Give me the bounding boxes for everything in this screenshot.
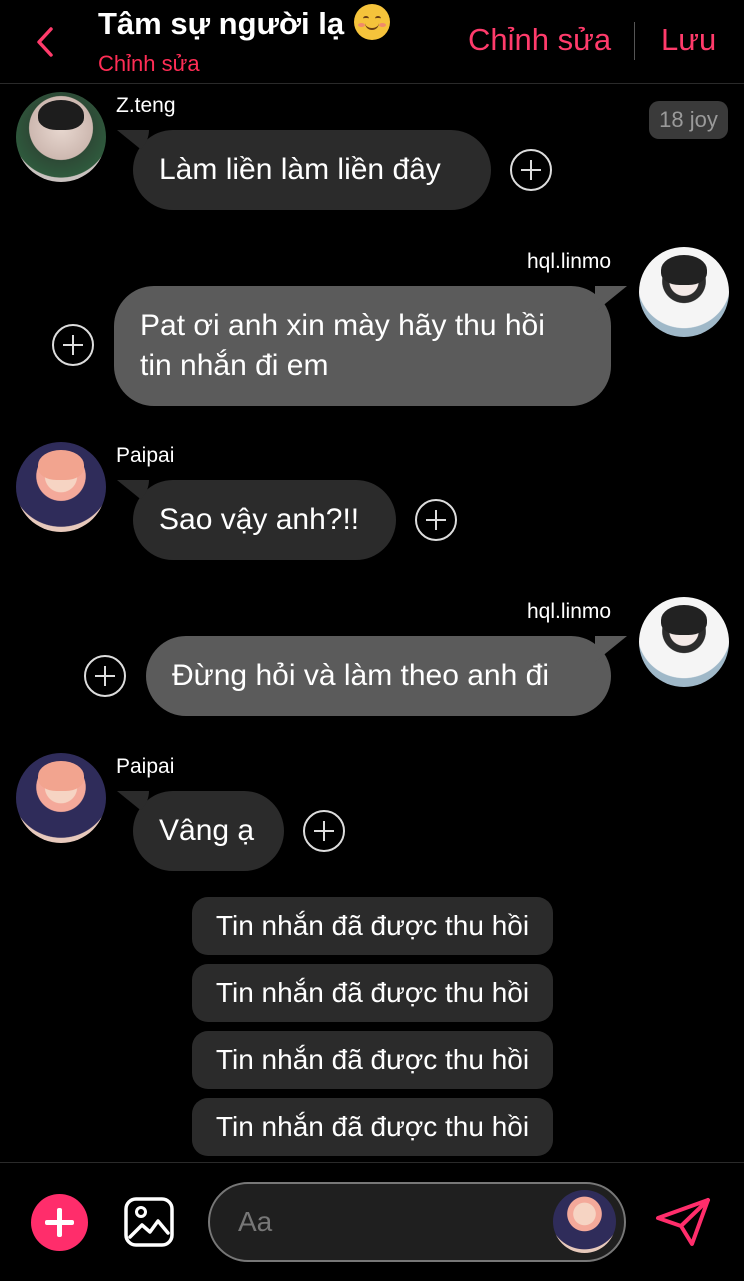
composer-bar — [0, 1162, 744, 1281]
recalled-message[interactable]: Tin nhắn đã được thu hồi — [192, 1031, 553, 1089]
message-input-container[interactable] — [208, 1182, 626, 1262]
back-button[interactable] — [28, 22, 62, 62]
add-reaction-icon[interactable] — [52, 324, 94, 366]
chat-subtitle-edit[interactable]: Chỉnh sửa — [98, 51, 200, 77]
recalled-message[interactable]: Tin nhắn đã được thu hồi — [192, 897, 553, 955]
add-reaction-icon[interactable] — [510, 149, 552, 191]
save-button[interactable]: Lưu — [661, 22, 716, 58]
send-icon-graphic — [656, 1198, 710, 1246]
chat-title[interactable]: Tâm sự người lạ — [98, 4, 391, 42]
sender-name: Paipai — [116, 755, 175, 778]
message-text-line: tin nhắn đi em — [140, 349, 329, 382]
message-input[interactable] — [238, 1200, 538, 1244]
header-divider — [634, 22, 635, 60]
chat-title-text: Tâm sự người lạ — [98, 6, 345, 41]
timestamp-badge: 18 joy — [649, 101, 728, 139]
message-text: Làm liền làm liền đây — [159, 153, 441, 186]
avatar-hql-linmo[interactable] — [639, 247, 729, 337]
sender-name: Z.teng — [116, 94, 176, 117]
recalled-message[interactable]: Tin nhắn đã được thu hồi — [192, 1098, 553, 1156]
add-reaction-icon[interactable] — [84, 655, 126, 697]
chevron-left-icon — [37, 27, 53, 57]
sender-name: Paipai — [116, 444, 175, 467]
message-bubble[interactable]: Làm liền làm liền đây — [133, 130, 491, 210]
sender-name: hql.linmo — [527, 250, 612, 273]
avatar-paipai[interactable] — [16, 442, 106, 532]
message-bubble[interactable]: Pat ơi anh xin mày hãy thu hồi tin nhắn … — [114, 286, 611, 406]
add-reaction-icon[interactable] — [303, 810, 345, 852]
avatar-zteng[interactable] — [16, 92, 106, 182]
recalled-message[interactable]: Tin nhắn đã được thu hồi — [192, 964, 553, 1022]
message-bubble[interactable]: Sao vậy anh?!! — [133, 480, 396, 560]
sender-name: hql.linmo — [527, 600, 612, 623]
message-text: Sao vậy anh?!! — [159, 503, 360, 536]
message-text: Đừng hỏi và làm theo anh đi — [172, 659, 549, 692]
message-text: Vâng ạ — [159, 814, 255, 847]
avatar-paipai[interactable] — [553, 1190, 616, 1253]
message-bubble[interactable]: Vâng ạ — [133, 791, 284, 871]
avatar-hql-linmo[interactable] — [639, 597, 729, 687]
message-text-line: Pat ơi anh xin mày hãy thu hồi — [140, 309, 545, 342]
message-bubble[interactable]: Đừng hỏi và làm theo anh đi — [146, 636, 611, 716]
image-icon-graphic — [124, 1197, 174, 1247]
avatar-paipai[interactable] — [16, 753, 106, 843]
add-reaction-icon[interactable] — [415, 499, 457, 541]
image-icon[interactable] — [124, 1197, 174, 1247]
plus-icon[interactable] — [31, 1194, 88, 1251]
edit-button[interactable]: Chỉnh sửa — [468, 22, 611, 58]
smiling-face-icon — [354, 4, 391, 40]
send-icon[interactable] — [654, 1196, 712, 1248]
chat-header: Tâm sự người lạ Chỉnh sửa Chỉnh sửa Lưu — [0, 0, 744, 84]
